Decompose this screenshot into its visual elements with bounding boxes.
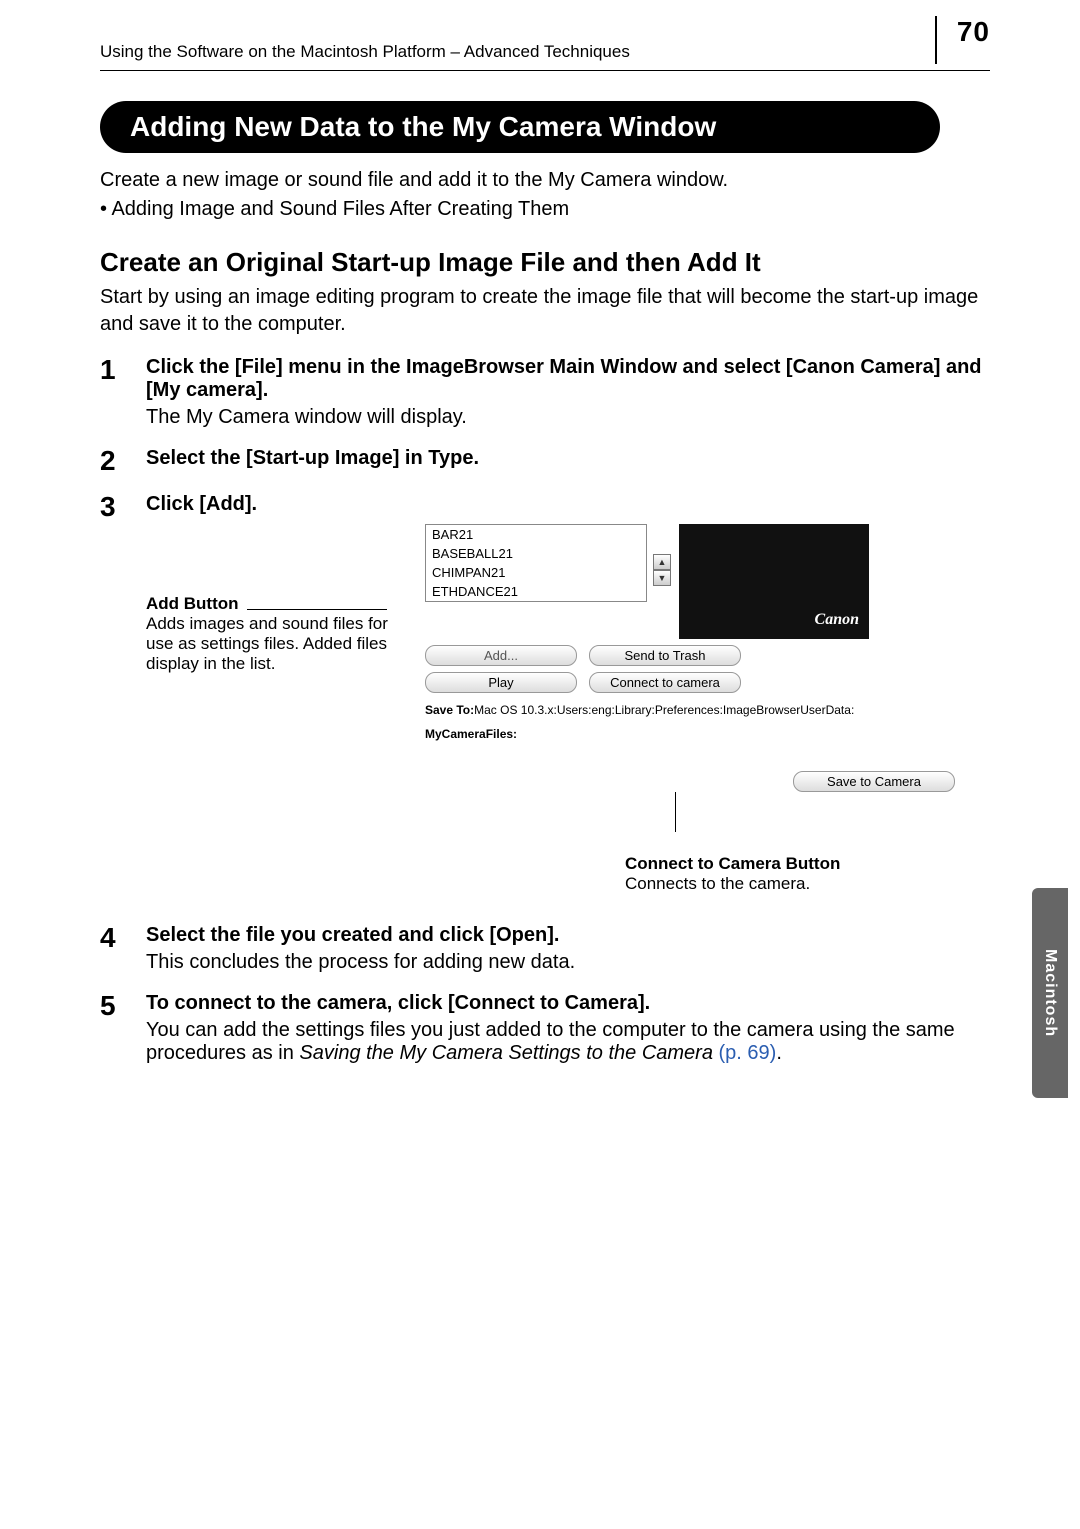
- connect-to-camera-button[interactable]: Connect to camera: [589, 672, 741, 693]
- page-number: 70: [957, 16, 990, 48]
- add-button-callout: Add Button Adds images and sound files f…: [146, 524, 406, 674]
- canon-logo: Canon: [815, 611, 859, 629]
- step-number-3: 3: [100, 493, 146, 521]
- list-item[interactable]: CHIMPAN21: [426, 563, 646, 582]
- leader-line-vertical: [675, 792, 955, 832]
- add-button-callout-body: Adds images and sound files for use as s…: [146, 614, 406, 674]
- subheading: Create an Original Start-up Image File a…: [100, 247, 990, 278]
- subheading-text: Start by using an image editing program …: [100, 284, 990, 338]
- step1-instruction: Click the [File] menu in the ImageBrowse…: [146, 356, 990, 402]
- step3-instruction: Click [Add].: [146, 493, 990, 516]
- step-number-5: 5: [100, 992, 146, 1020]
- list-item[interactable]: BAR21: [426, 525, 646, 544]
- step4-detail: This concludes the process for adding ne…: [146, 951, 990, 974]
- step1-detail: The My Camera window will display.: [146, 406, 990, 429]
- step5-italic: Saving the My Camera Settings to the Cam…: [299, 1042, 713, 1064]
- send-to-trash-button[interactable]: Send to Trash: [589, 645, 741, 666]
- step5-end: .: [776, 1042, 782, 1064]
- stepper-up-icon[interactable]: ▲: [653, 554, 671, 570]
- page-number-box: 70: [935, 16, 990, 64]
- my-camera-window: BAR21 BASEBALL21 CHIMPAN21 ETHDANCE21 ▲ …: [424, 524, 955, 894]
- list-steppers[interactable]: ▲ ▼: [653, 554, 671, 586]
- list-item[interactable]: BASEBALL21: [426, 544, 646, 563]
- side-tab-macintosh[interactable]: Macintosh: [1032, 888, 1068, 1098]
- step-number-2: 2: [100, 447, 146, 475]
- list-item[interactable]: ETHDANCE21: [426, 582, 646, 601]
- step4-instruction: Select the file you created and click [O…: [146, 924, 990, 947]
- save-to-camera-button[interactable]: Save to Camera: [793, 771, 955, 792]
- leader-line: [247, 609, 387, 610]
- connect-callout: Connect to Camera Button Connects to the…: [425, 854, 955, 894]
- step5-instruction: To connect to the camera, click [Connect…: [146, 992, 990, 1015]
- mycamerafiles-label: MyCameraFiles:: [425, 727, 955, 741]
- add-button[interactable]: Add...: [425, 645, 577, 666]
- breadcrumb: Using the Software on the Macintosh Plat…: [100, 42, 630, 62]
- save-to-label: Save To:: [425, 703, 474, 717]
- save-to-path: Mac OS 10.3.x:Users:eng:Library:Preferen…: [474, 703, 854, 717]
- step-number-1: 1: [100, 356, 146, 384]
- intro-bullet: • Adding Image and Sound Files After Cre…: [100, 196, 990, 223]
- startup-image-preview: Canon: [679, 524, 869, 639]
- stepper-down-icon[interactable]: ▼: [653, 570, 671, 586]
- intro-line: Create a new image or sound file and add…: [100, 167, 990, 194]
- add-button-callout-title: Add Button: [146, 594, 239, 613]
- step2-instruction: Select the [Start-up Image] in Type.: [146, 447, 990, 470]
- settings-listbox[interactable]: BAR21 BASEBALL21 CHIMPAN21 ETHDANCE21: [425, 524, 647, 602]
- step-number-4: 4: [100, 924, 146, 952]
- play-button[interactable]: Play: [425, 672, 577, 693]
- connect-callout-title: Connect to Camera Button: [625, 854, 955, 874]
- side-tab-label: Macintosh: [1041, 949, 1059, 1037]
- save-to-line: Save To:Mac OS 10.3.x:Users:eng:Library:…: [425, 703, 955, 717]
- step5-detail: You can add the settings files you just …: [146, 1019, 990, 1065]
- section-banner: Adding New Data to the My Camera Window: [100, 101, 940, 153]
- connect-callout-body: Connects to the camera.: [625, 874, 955, 894]
- page-ref-link[interactable]: (p. 69): [713, 1042, 776, 1064]
